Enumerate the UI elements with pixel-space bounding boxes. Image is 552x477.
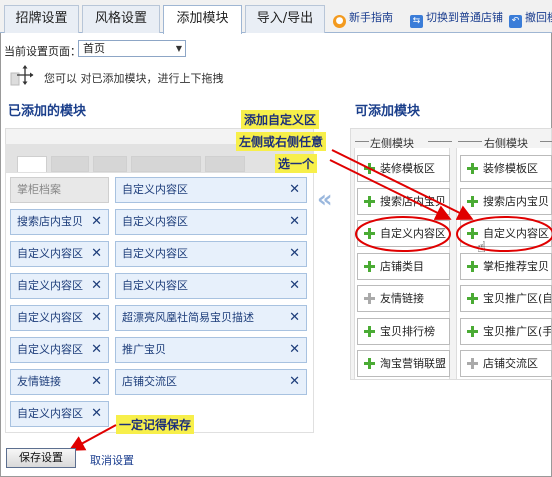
plus-icon	[467, 326, 478, 337]
add-module-recommended-items[interactable]: 掌柜推荐宝贝	[460, 253, 552, 280]
remove-icon[interactable]: ✕	[91, 306, 102, 330]
add-module-taobao-alliance[interactable]: 淘宝营销联盟	[357, 350, 450, 377]
plus-icon	[364, 358, 375, 369]
drag-hint-text: 您可以 对已添加模块，进行上下拖拽	[44, 72, 224, 85]
header-rule	[458, 141, 482, 142]
layout-tab-4[interactable]	[131, 156, 201, 172]
module-custom-content[interactable]: 自定义内容区 ✕	[10, 401, 109, 427]
remove-icon[interactable]: ✕	[91, 210, 102, 234]
cancel-link[interactable]: 取消设置	[90, 452, 134, 468]
remove-icon[interactable]: ✕	[289, 338, 300, 362]
annotation-line-1: 添加自定义区	[241, 110, 320, 129]
module-friend-links[interactable]: 友情链接 ✕	[10, 369, 109, 395]
module-custom-content[interactable]: 自定义内容区 ✕	[115, 177, 307, 203]
annotation-line-3: 选一个	[275, 154, 318, 173]
double-chevron-left-icon: «	[317, 185, 333, 213]
remove-icon[interactable]: ✕	[91, 402, 102, 426]
add-module-shop-categories[interactable]: 店铺类目	[357, 253, 450, 280]
add-module-search-items[interactable]: 搜索店内宝贝	[357, 188, 450, 215]
header-rule	[428, 141, 452, 142]
add-module-custom-content-right[interactable]: 自定义内容区	[460, 220, 552, 247]
module-custom-content[interactable]: 自定义内容区 ✕	[10, 305, 109, 331]
module-shop-forum[interactable]: 店铺交流区 ✕	[115, 369, 307, 395]
guide-link[interactable]: ● 新手指南	[333, 9, 393, 28]
add-module-promo-manual[interactable]: 宝贝推广区(手	[460, 318, 552, 345]
top-tab-bar: 招牌设置 风格设置 添加模块 导入/导出 ●新手指南 ⇆切换到普通店铺 ↶撤回模	[0, 0, 552, 34]
module-shopkeeper-profile[interactable]: 掌柜档案	[10, 177, 109, 203]
add-module-template-area[interactable]: 装修模板区	[460, 155, 552, 182]
undo-icon: ↶	[509, 15, 522, 28]
drag-move-icon	[10, 65, 34, 86]
tab-import-export[interactable]: 导入/导出	[245, 5, 325, 33]
page-select[interactable]: 首页 ▼	[78, 40, 186, 57]
remove-icon[interactable]: ✕	[91, 242, 102, 266]
plus-icon	[467, 163, 478, 174]
annotation-save-reminder: 一定记得保存	[116, 415, 195, 434]
add-module-search-items[interactable]: 搜索店内宝贝	[460, 188, 552, 215]
remove-icon[interactable]: ✕	[289, 210, 300, 234]
plus-icon	[364, 293, 375, 304]
layout-tab-1[interactable]	[17, 156, 47, 173]
remove-icon[interactable]: ✕	[289, 306, 300, 330]
add-module-friend-links[interactable]: 友情链接	[357, 285, 450, 312]
add-module-promo-auto[interactable]: 宝贝推广区(自	[460, 285, 552, 312]
plus-icon	[467, 358, 478, 369]
tab-style-settings[interactable]: 风格设置	[82, 5, 160, 33]
remove-icon[interactable]: ✕	[289, 242, 300, 266]
plus-icon	[364, 326, 375, 337]
save-button[interactable]: 保存设置	[6, 448, 76, 468]
plus-icon	[467, 196, 478, 207]
remove-icon[interactable]: ✕	[289, 274, 300, 298]
dropdown-arrow-icon: ▼	[175, 44, 182, 53]
plus-icon	[364, 261, 375, 272]
switch-icon: ⇆	[410, 15, 423, 28]
annotation-line-2: 左侧或右侧任意	[236, 132, 327, 151]
remove-icon[interactable]: ✕	[289, 370, 300, 394]
remove-icon[interactable]: ✕	[91, 370, 102, 394]
module-custom-content[interactable]: 自定义内容区 ✕	[10, 337, 109, 363]
remove-icon[interactable]: ✕	[91, 274, 102, 298]
hand-cursor-icon: ☝	[477, 238, 487, 256]
plus-icon	[364, 163, 375, 174]
page-selector-label: 当前设置页面：	[4, 45, 81, 58]
remove-icon[interactable]: ✕	[91, 338, 102, 362]
plus-icon	[467, 261, 478, 272]
add-module-shop-forum[interactable]: 店铺交流区	[460, 350, 552, 377]
module-custom-content[interactable]: 自定义内容区 ✕	[115, 241, 307, 267]
header-rule	[355, 141, 369, 142]
module-custom-content[interactable]: 自定义内容区 ✕	[115, 209, 307, 235]
layout-tab-3[interactable]	[93, 156, 127, 172]
tab-signboard-settings[interactable]: 招牌设置	[4, 5, 79, 33]
remove-icon[interactable]: ✕	[289, 178, 300, 202]
add-module-item-ranking[interactable]: 宝贝排行榜	[357, 318, 450, 345]
module-promoted-items[interactable]: 推广宝贝 ✕	[115, 337, 307, 363]
available-modules-title: 可添加模块	[355, 104, 421, 119]
module-custom-content[interactable]: 自定义内容区 ✕	[115, 273, 307, 299]
tab-add-modules[interactable]: 添加模块	[163, 5, 242, 34]
plus-icon	[364, 196, 375, 207]
plus-icon	[364, 228, 375, 239]
layout-tab-2[interactable]	[51, 156, 89, 172]
module-custom-content[interactable]: 自定义内容区 ✕	[10, 241, 109, 267]
switch-store-link[interactable]: ⇆ 切换到普通店铺	[410, 9, 503, 28]
layout-tab-5[interactable]	[205, 156, 245, 172]
module-search-items[interactable]: 搜索店内宝贝 ✕	[10, 209, 109, 235]
added-modules-title: 已添加的模块	[8, 104, 87, 119]
module-item-description[interactable]: 超漂亮风凰社简易宝贝描述 ✕	[115, 305, 307, 331]
lifebuoy-icon: ●	[333, 15, 346, 28]
plus-icon	[467, 293, 478, 304]
add-module-custom-content-left[interactable]: 自定义内容区	[357, 220, 450, 247]
undo-link[interactable]: ↶撤回模	[509, 9, 552, 28]
header-rule	[540, 141, 552, 142]
module-custom-content[interactable]: 自定义内容区 ✕	[10, 273, 109, 299]
add-module-template-area[interactable]: 装修模板区	[357, 155, 450, 182]
